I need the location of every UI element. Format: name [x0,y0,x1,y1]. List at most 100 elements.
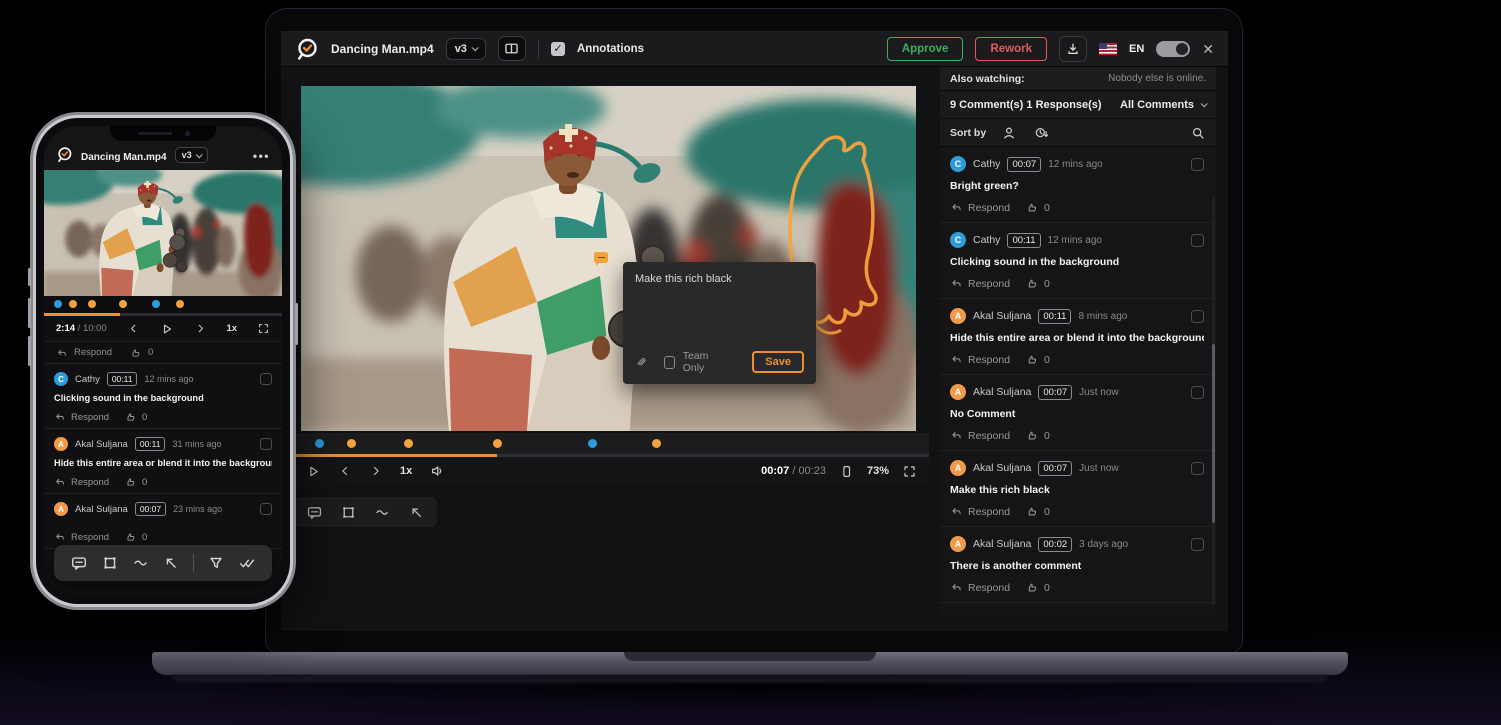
squiggle-tool-icon[interactable] [132,554,150,572]
comments-filter-dropdown[interactable]: All Comments [1120,99,1206,111]
fullscreen-icon[interactable] [902,464,917,479]
comment-checkbox[interactable] [1191,234,1204,247]
comment-item[interactable]: A Akal Suljana 00:07 23 mins ago Respond… [44,494,282,549]
comment-timestamp-badge[interactable]: 00:07 [135,502,166,516]
version-dropdown[interactable]: v3 [446,38,486,60]
comment-timestamp-badge[interactable]: 00:02 [1038,537,1072,552]
respond-link[interactable]: Respond [950,277,1010,290]
comment-timestamp-badge[interactable]: 00:07 [1007,157,1041,172]
respond-link[interactable]: Respond [950,505,1010,518]
fullscreen-icon[interactable] [257,322,270,335]
more-icon[interactable]: ••• [253,149,270,163]
person-sort-icon[interactable] [1001,125,1017,141]
video-player[interactable]: Make this rich black Team Only Save [301,86,916,431]
timeline-marker[interactable] [652,439,661,448]
close-icon[interactable]: ✕ [1202,42,1214,56]
timeline[interactable] [294,433,929,457]
squiggle-tool-icon[interactable] [374,504,391,521]
respond-link[interactable]: Respond [950,353,1010,366]
comment-bubble-icon[interactable] [70,554,88,572]
comment-item[interactable]: A Akal Suljana 00:11 31 mins ago Hide th… [44,429,282,494]
comment-checkbox[interactable] [260,438,272,450]
next-frame-icon[interactable] [194,322,207,335]
phone-video-player[interactable] [44,170,282,296]
respond-link[interactable]: Respond [74,347,112,358]
arrow-tool-icon[interactable] [162,554,180,572]
respond-link[interactable]: Respond [54,531,109,543]
comment-timestamp-badge[interactable]: 00:11 [107,372,138,386]
comment-pin-icon[interactable] [594,252,608,263]
comment-timestamp-badge[interactable]: 00:07 [1038,461,1072,476]
comment-item[interactable]: C Cathy 00:07 12 mins ago Bright green? … [940,147,1216,223]
comment-item[interactable]: A Akal Suljana 00:07 Just now No Comment… [940,375,1216,451]
speed-button[interactable]: 1x [226,323,237,334]
clock-sort-icon[interactable] [1032,125,1051,141]
timeline-marker[interactable] [152,300,160,308]
timeline-marker[interactable] [493,439,502,448]
timeline-marker[interactable] [588,439,597,448]
timeline-marker[interactable] [176,300,184,308]
like-control[interactable]: 0 [1026,277,1050,290]
paperclip-icon[interactable] [635,355,648,370]
like-control[interactable]: 0 [1026,581,1050,594]
language-label[interactable]: EN [1129,43,1144,55]
like-control[interactable]: 0 [1026,201,1050,214]
prev-frame-icon[interactable] [338,464,352,478]
timeline-marker[interactable] [404,439,413,448]
like-control[interactable]: 0 [1026,429,1050,442]
annotations-checkbox[interactable]: ✓ [551,42,565,56]
device-rotate-icon[interactable] [839,464,854,479]
team-only-checkbox[interactable] [664,356,675,369]
search-icon[interactable] [1190,125,1206,141]
version-dropdown[interactable]: v3 [175,147,208,163]
like-control[interactable]: 0 [1026,353,1050,366]
respond-link[interactable]: Respond [950,429,1010,442]
double-check-icon[interactable] [238,554,256,572]
like-control[interactable]: 0 [125,531,147,543]
split-view-button[interactable] [498,36,526,61]
respond-link[interactable]: Respond [950,201,1010,214]
comment-timestamp-badge[interactable]: 00:07 [1038,385,1072,400]
timeline-marker[interactable] [119,300,127,308]
respond-link[interactable]: Respond [54,476,109,488]
comment-item[interactable]: A Akal Suljana 00:02 3 days ago There is… [940,527,1216,603]
like-control[interactable]: 0 [1026,505,1050,518]
comment-bubble-icon[interactable] [306,504,323,521]
progress-track[interactable] [44,313,282,316]
save-button[interactable]: Save [752,351,804,373]
comment-checkbox[interactable] [1191,386,1204,399]
thumbs-up-icon[interactable] [130,347,142,359]
comment-item[interactable]: C Cathy 00:11 12 mins ago Clicking sound… [44,364,282,429]
comment-checkbox[interactable] [1191,310,1204,323]
play-icon[interactable] [306,464,321,479]
rectangle-tool-icon[interactable] [101,554,119,572]
comment-timestamp-badge[interactable]: 00:11 [1038,309,1071,324]
comment-checkbox[interactable] [260,503,272,515]
comment-checkbox[interactable] [260,373,272,385]
next-frame-icon[interactable] [369,464,383,478]
panel-scrollbar[interactable] [1212,197,1215,605]
respond-link[interactable]: Respond [54,411,109,423]
funnel-icon[interactable] [207,554,225,572]
arrow-tool-icon[interactable] [408,504,425,521]
comment-timestamp-badge[interactable]: 00:11 [1007,233,1040,248]
speaker-icon[interactable] [429,463,445,479]
comment-item[interactable]: C Cathy 00:11 12 mins ago Clicking sound… [940,223,1216,299]
comment-item[interactable]: A Akal Suljana 00:07 Just now Make this … [940,451,1216,527]
play-icon[interactable] [160,322,174,336]
scrollbar-thumb[interactable] [1212,344,1215,524]
rework-button[interactable]: Rework [975,37,1047,61]
rectangle-tool-icon[interactable] [340,504,357,521]
comment-popup-text[interactable]: Make this rich black [635,273,804,285]
timeline-marker[interactable] [315,439,324,448]
theme-toggle[interactable] [1156,41,1190,57]
comment-checkbox[interactable] [1191,538,1204,551]
comment-checkbox[interactable] [1191,158,1204,171]
comment-timestamp-badge[interactable]: 00:11 [135,437,166,451]
timeline-marker[interactable] [88,300,96,308]
timeline-marker[interactable] [347,439,356,448]
comment-item[interactable]: A Akal Suljana 00:11 8 mins ago Hide thi… [940,299,1216,375]
speed-button[interactable]: 1x [400,465,412,477]
approve-button[interactable]: Approve [887,37,964,61]
timeline-marker[interactable] [54,300,62,308]
